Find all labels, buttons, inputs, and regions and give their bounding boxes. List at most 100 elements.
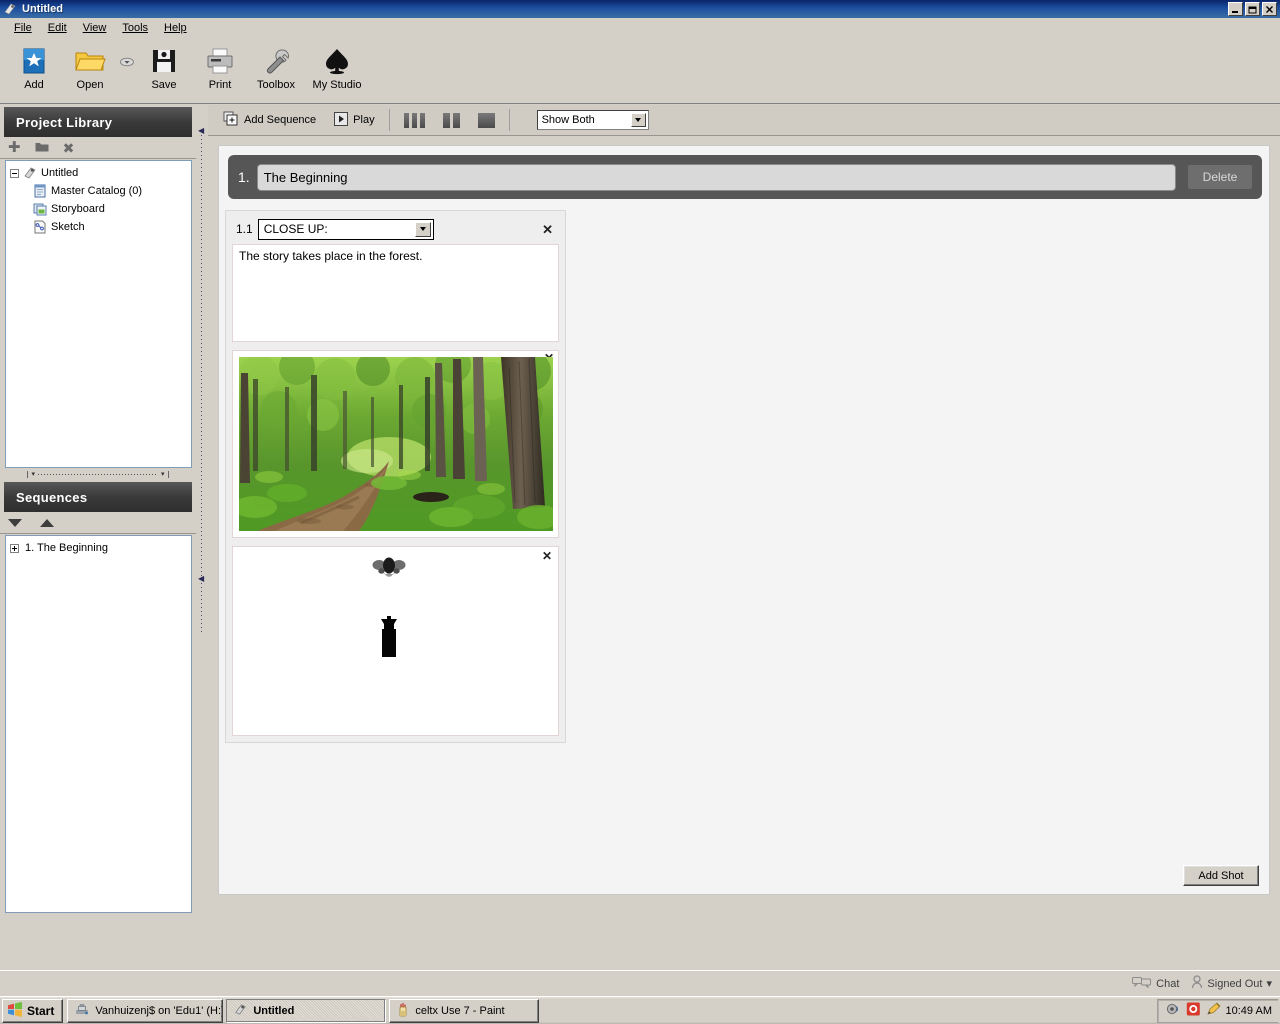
delete-sequence-label: Delete bbox=[1202, 170, 1238, 184]
taskbar-item-celtx[interactable]: Untitled bbox=[226, 998, 387, 1023]
vertical-splitter[interactable]: ◀ ◀ bbox=[196, 105, 208, 970]
menu-edit-label: Edit bbox=[47, 21, 67, 34]
statusbar: Chat Signed Out ▾ bbox=[0, 970, 1280, 996]
menu-tools-label: Tools bbox=[122, 21, 149, 34]
account-caret-icon[interactable]: ▾ bbox=[1266, 977, 1272, 990]
menubar: File Edit View Tools Help bbox=[0, 18, 1280, 37]
sequence-list-item[interactable]: 1. The Beginning bbox=[6, 539, 191, 557]
splitter-collapse-bottom[interactable]: ◀ bbox=[198, 575, 205, 583]
menu-view[interactable]: View bbox=[75, 20, 115, 36]
sequences-toolbar bbox=[0, 512, 196, 534]
add-sequence-icon bbox=[223, 111, 239, 130]
three-column-view-icon[interactable] bbox=[395, 108, 434, 132]
add-star-icon bbox=[20, 44, 48, 78]
toolbar-open-button[interactable]: Open bbox=[62, 41, 118, 91]
taskbar-item-paint[interactable]: celtx Use 7 - Paint bbox=[389, 998, 540, 1023]
add-shot-label: Add Shot bbox=[1198, 869, 1244, 882]
menu-file[interactable]: File bbox=[6, 20, 40, 36]
project-library-title: Project Library bbox=[16, 114, 113, 130]
sequences-tree[interactable]: 1. The Beginning bbox=[5, 535, 192, 913]
panel-horizontal-splitter[interactable]: ▾ ▾ bbox=[5, 468, 191, 480]
pencil-tray-icon[interactable] bbox=[1206, 1002, 1221, 1019]
toolbar-toolbox-label: Toolbox bbox=[257, 79, 295, 91]
play-icon bbox=[334, 111, 349, 129]
shot-description-input[interactable]: The story takes place in the forest. bbox=[232, 244, 559, 342]
show-mode-value: Show Both bbox=[541, 114, 595, 126]
tree-item-untitled[interactable]: Untitled bbox=[6, 164, 191, 182]
start-button[interactable]: Start bbox=[2, 998, 64, 1023]
toolbar-open-label: Open bbox=[76, 79, 104, 91]
account-status-label: Signed Out bbox=[1207, 977, 1263, 990]
chat-label: Chat bbox=[1156, 977, 1180, 990]
expander-minus-icon[interactable] bbox=[10, 168, 19, 178]
system-tray: 10:49 AM bbox=[1156, 998, 1278, 1023]
shot-type-value: CLOSE UP: bbox=[263, 222, 328, 236]
antivirus-icon[interactable] bbox=[1186, 1002, 1201, 1019]
sequence-number: 1. bbox=[238, 169, 250, 185]
project-tree[interactable]: Untitled Master Catalog (0) Storyboard S… bbox=[5, 160, 192, 468]
window-titlebar: Untitled bbox=[0, 0, 1280, 18]
toolbar-separator-2 bbox=[508, 109, 510, 131]
move-up-arrow-icon[interactable] bbox=[40, 518, 54, 527]
toolbar-print-button[interactable]: Print bbox=[192, 41, 248, 91]
move-down-arrow-icon[interactable] bbox=[8, 518, 22, 527]
taskbar-clock[interactable]: 10:49 AM bbox=[1226, 1005, 1272, 1017]
splitter-collapse-top[interactable]: ◀ bbox=[198, 127, 205, 135]
minimize-button[interactable] bbox=[1228, 2, 1243, 16]
volume-icon[interactable] bbox=[1166, 1002, 1181, 1019]
two-column-view-icon[interactable] bbox=[434, 108, 469, 132]
new-folder-icon[interactable] bbox=[35, 141, 49, 155]
play-button[interactable]: Play bbox=[325, 108, 383, 132]
actor-overhead-icon[interactable] bbox=[372, 557, 406, 582]
remove-shot-button[interactable]: ✕ bbox=[542, 223, 557, 236]
shot-number: 1.1 bbox=[236, 222, 253, 236]
remove-sketch-button[interactable]: ✕ bbox=[542, 550, 552, 562]
camera-overhead-icon[interactable] bbox=[375, 615, 403, 662]
tree-item-sketch[interactable]: Sketch bbox=[6, 218, 191, 236]
storyboard-icon bbox=[32, 201, 48, 217]
toolbar-separator-1 bbox=[388, 109, 390, 131]
menu-tools[interactable]: Tools bbox=[114, 20, 156, 36]
toolbar-save-button[interactable]: Save bbox=[136, 41, 192, 91]
forest-path-photo[interactable] bbox=[239, 357, 553, 531]
chevron-down-icon[interactable] bbox=[630, 113, 646, 127]
tree-item-master-catalog[interactable]: Master Catalog (0) bbox=[6, 182, 191, 200]
my-studio-spade-icon bbox=[322, 44, 352, 78]
menu-edit[interactable]: Edit bbox=[40, 20, 75, 36]
toolbar-toolbox-button[interactable]: Toolbox bbox=[248, 41, 304, 91]
shot-sketch-panel[interactable]: ✕ bbox=[232, 546, 559, 736]
windows-flag-icon bbox=[7, 1001, 23, 1020]
explorer-folder-icon bbox=[74, 1002, 90, 1019]
one-column-view-icon[interactable] bbox=[469, 108, 504, 132]
open-dropdown-icon[interactable] bbox=[118, 41, 136, 99]
taskbar-item-explorer[interactable]: Vanhuizenj$ on 'Edu1' (H:) bbox=[67, 998, 224, 1023]
shot-type-select[interactable]: CLOSE UP: bbox=[257, 218, 434, 240]
celtx-app-icon bbox=[2, 1, 18, 17]
window-title: Untitled bbox=[22, 3, 63, 15]
tree-item-untitled-label: Untitled bbox=[41, 167, 79, 179]
paint-icon bbox=[396, 1002, 410, 1020]
celtx-app-icon bbox=[233, 1002, 248, 1020]
tree-item-storyboard[interactable]: Storyboard bbox=[6, 200, 191, 218]
chevron-down-icon[interactable] bbox=[414, 221, 431, 237]
menu-view-label: View bbox=[82, 21, 107, 34]
chat-status-item[interactable]: Chat bbox=[1132, 976, 1179, 991]
maximize-button[interactable] bbox=[1245, 2, 1260, 16]
add-item-icon[interactable]: ✚ bbox=[8, 140, 21, 155]
toolbar-add-button[interactable]: Add bbox=[6, 41, 62, 91]
show-mode-select[interactable]: Show Both bbox=[536, 110, 649, 130]
storyboard-toolbar: Add Sequence Play Show Both bbox=[208, 105, 1280, 136]
add-sequence-button[interactable]: Add Sequence bbox=[214, 108, 325, 132]
play-label: Play bbox=[353, 114, 375, 126]
window-controls bbox=[1228, 2, 1277, 16]
save-floppy-icon bbox=[150, 44, 178, 78]
delete-item-icon[interactable]: ✖ bbox=[63, 141, 75, 155]
close-button[interactable] bbox=[1262, 2, 1277, 16]
expander-plus-icon[interactable] bbox=[10, 543, 19, 553]
toolbar-my-studio-button[interactable]: My Studio bbox=[304, 41, 370, 91]
sequence-title-input[interactable]: The Beginning bbox=[256, 163, 1176, 191]
menu-help[interactable]: Help bbox=[156, 20, 195, 36]
add-shot-button[interactable]: Add Shot bbox=[1183, 865, 1259, 886]
account-status-item[interactable]: Signed Out ▾ bbox=[1191, 975, 1272, 992]
delete-sequence-button[interactable]: Delete bbox=[1188, 165, 1252, 189]
